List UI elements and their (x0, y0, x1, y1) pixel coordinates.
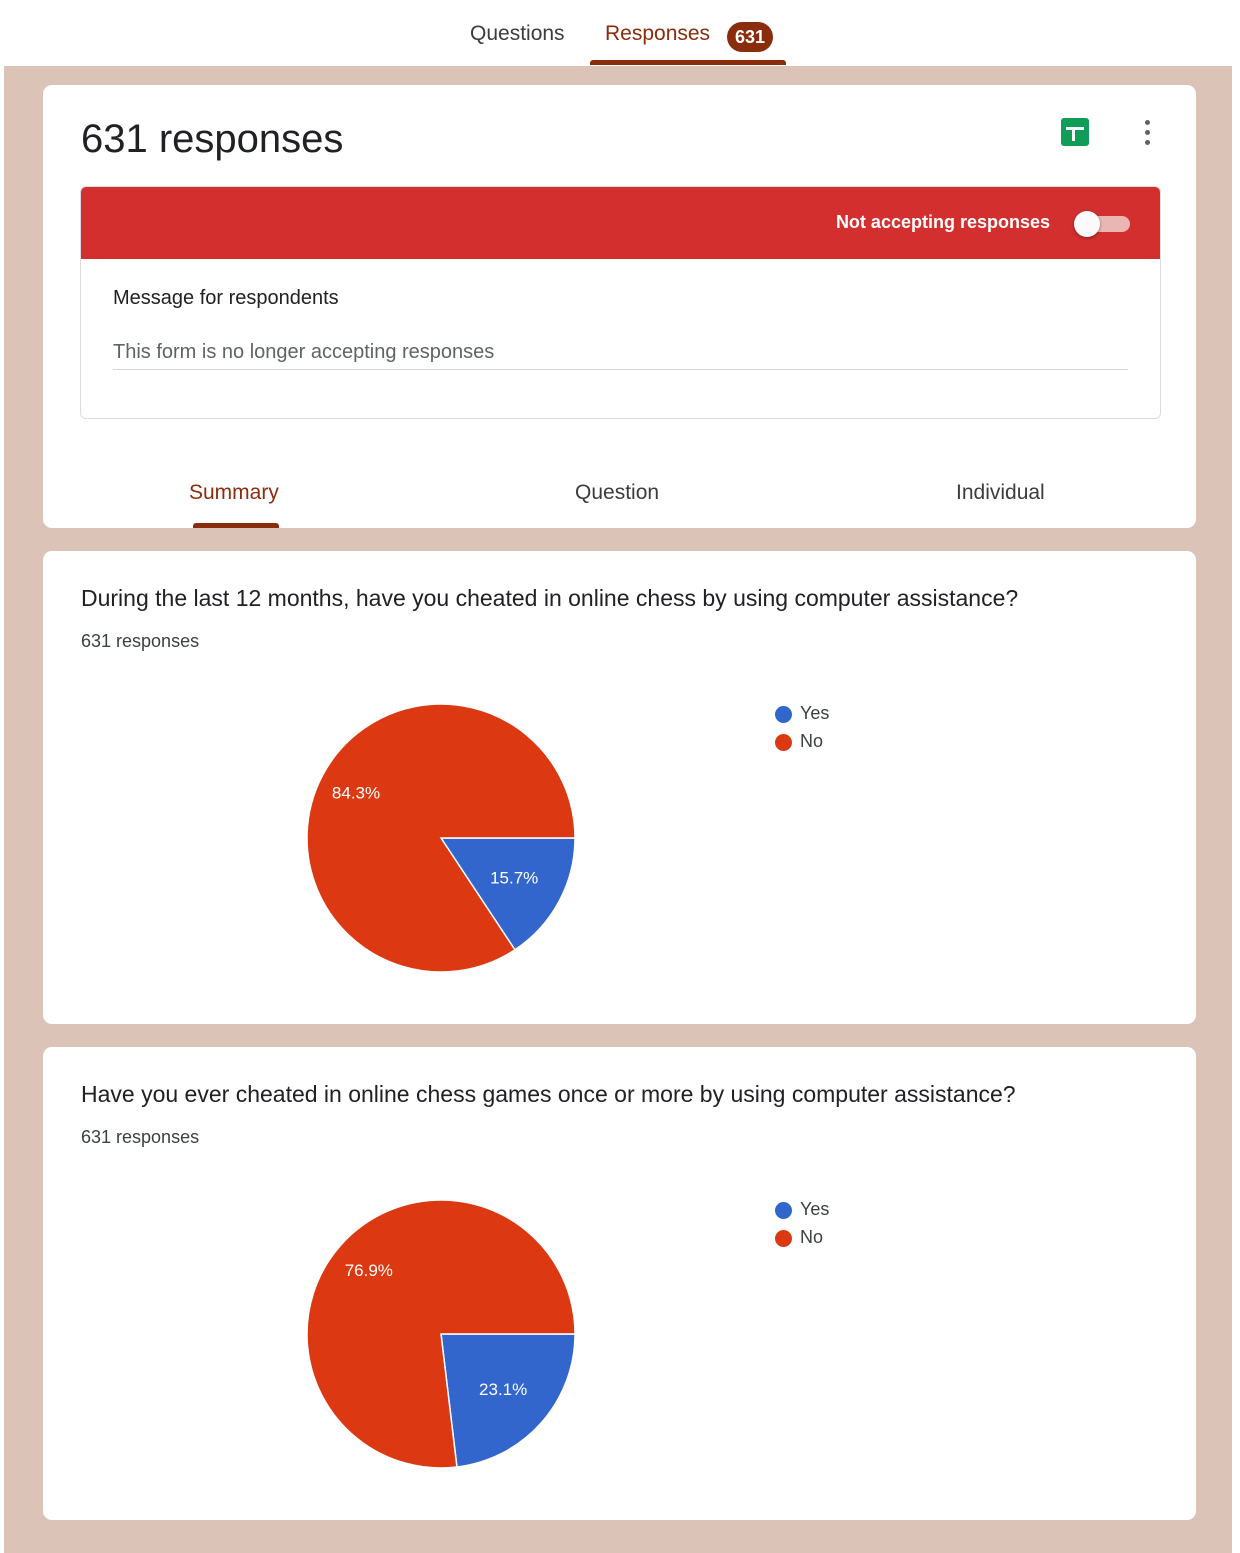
tab-questions[interactable]: Questions (470, 22, 565, 46)
legend-dot-yes (775, 1202, 792, 1219)
subtab-summary[interactable]: Summary (189, 481, 279, 505)
message-input[interactable] (113, 335, 1128, 370)
legend-label: No (800, 731, 824, 751)
google-sheets-icon[interactable] (1061, 118, 1089, 146)
top-nav: Questions Responses 631 (0, 0, 1240, 66)
active-tab-indicator (590, 60, 786, 65)
page-title: 631 responses (81, 117, 344, 161)
status-text: Not accepting responses (835, 212, 1050, 232)
legend-label: Yes (800, 1199, 830, 1219)
legend-dot-no (775, 1230, 792, 1247)
pie-slice-yes[interactable] (440, 1333, 576, 1468)
legend-label: Yes (800, 703, 830, 723)
subtab-individual[interactable]: Individual (956, 481, 1045, 505)
pie-data-label: 15.7% (490, 868, 538, 887)
legend-label: No (800, 1227, 824, 1247)
tab-responses[interactable]: Responses (605, 22, 710, 46)
pie-data-label: 76.9% (345, 1261, 393, 1280)
message-label: Message for respondents (113, 287, 339, 309)
responses-header-card: 631 responses Not accepting responses Me… (43, 85, 1196, 528)
subtab-question[interactable]: Question (575, 481, 659, 505)
legend-dot-no (775, 734, 792, 751)
toggle-thumb (1074, 211, 1100, 237)
legend-dot-yes (775, 706, 792, 723)
response-status-panel: Not accepting responses Message for resp… (80, 186, 1161, 419)
status-bar: Not accepting responses (81, 187, 1160, 259)
pie-chart: 15.7% 84.3% (306, 703, 576, 973)
question-card-2: Have you ever cheated in online chess ga… (43, 1047, 1196, 1520)
pie-data-label: 23.1% (479, 1380, 527, 1399)
more-vert-icon[interactable] (1138, 118, 1156, 148)
question-card-1: During the last 12 months, have you chea… (43, 551, 1196, 1024)
active-subtab-indicator (193, 523, 279, 528)
pie-chart: 23.1% 76.9% (306, 1199, 576, 1469)
responses-count-badge: 631 (727, 22, 773, 52)
accepting-responses-toggle[interactable] (1074, 211, 1130, 237)
pie-data-label: 84.3% (332, 783, 380, 802)
